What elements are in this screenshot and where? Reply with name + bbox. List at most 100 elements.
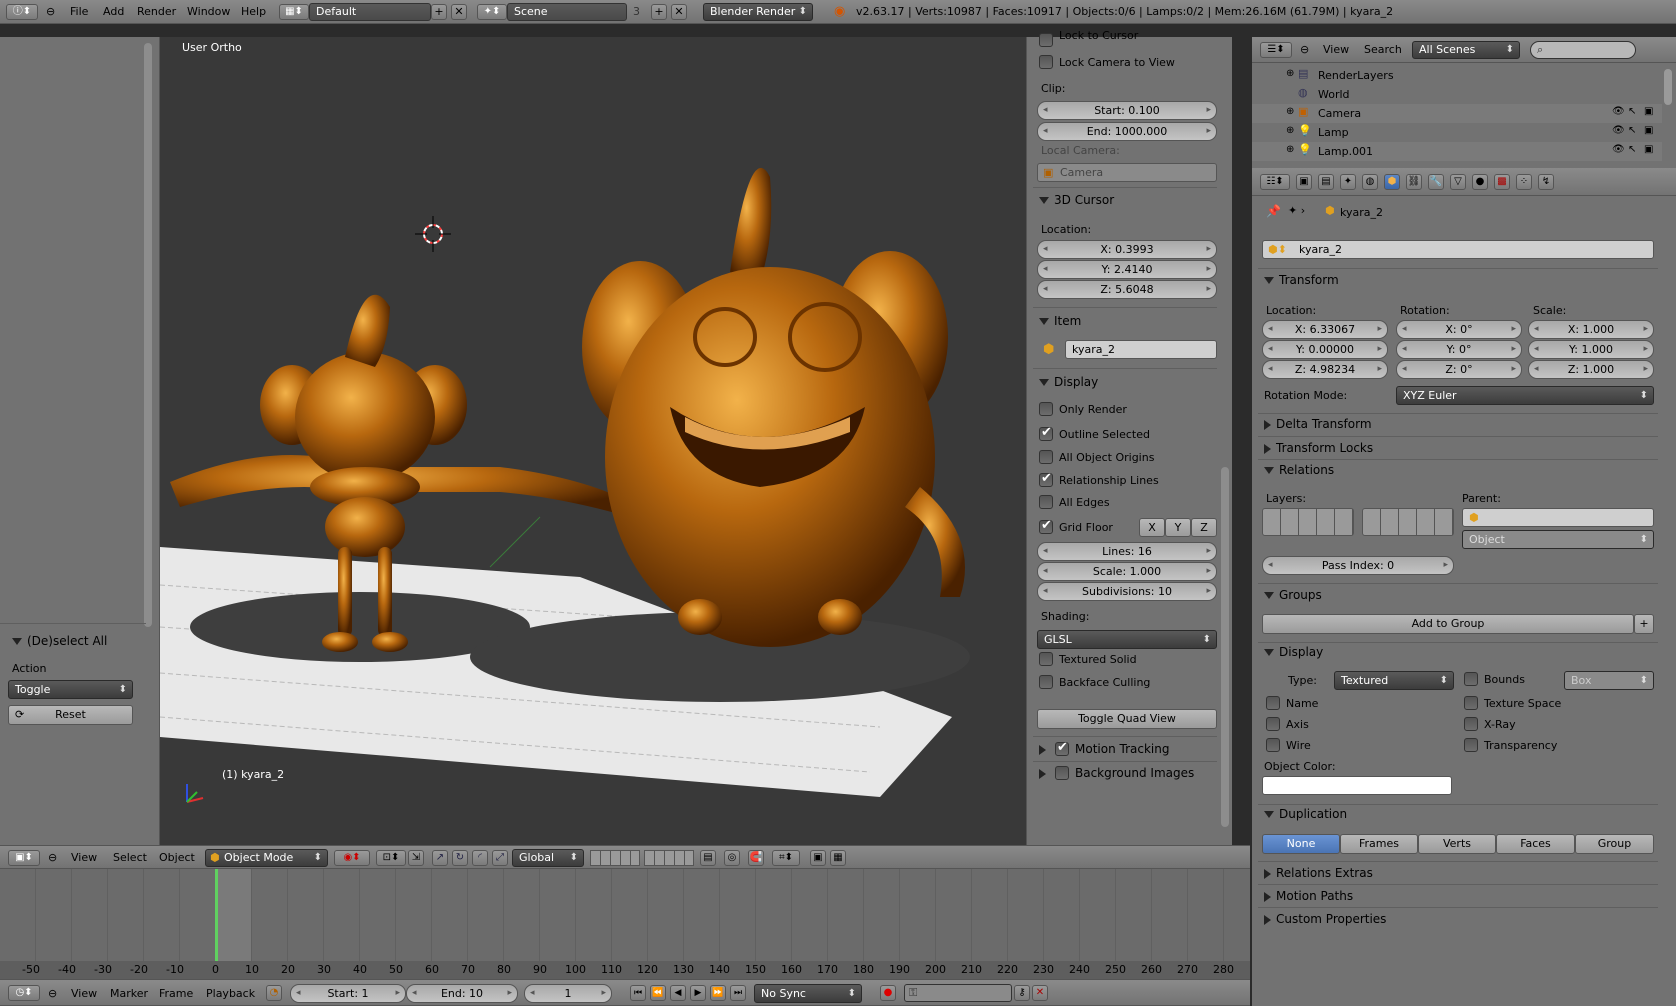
translate-manipulator-icon[interactable]: ↗ [432, 850, 448, 866]
expand-icon[interactable]: ⊕ [1286, 68, 1294, 79]
pass-index-field[interactable]: Pass Index: 0 [1262, 556, 1454, 575]
scene-tab-icon[interactable]: ✦ [1340, 174, 1356, 190]
scale-x-field[interactable]: X: 1.000 [1528, 320, 1654, 339]
object-tab-icon[interactable]: ⬢ [1384, 174, 1400, 190]
menu-playback[interactable]: Playback [206, 983, 255, 1005]
grid-subdivisions-field[interactable]: Subdivisions: 10 [1037, 582, 1217, 601]
grid-scale-field[interactable]: Scale: 1.000 [1037, 562, 1217, 581]
particles-tab-icon[interactable]: ⁘ [1516, 174, 1532, 190]
modifiers-tab-icon[interactable]: 🔧 [1428, 174, 1444, 190]
parent-field[interactable]: ⬢ [1462, 508, 1654, 527]
lock-cursor-checkbox[interactable] [1039, 33, 1053, 47]
axis-x-toggle[interactable]: X [1139, 518, 1165, 537]
textured-solid-checkbox[interactable] [1039, 652, 1053, 666]
transform-panel-title[interactable]: Transform [1264, 270, 1339, 290]
transform-icon[interactable]: ⤢ [492, 850, 508, 866]
pivot-icon[interactable]: ⊡⬍ [376, 850, 406, 866]
scene-icon[interactable]: ✦⬍ [477, 4, 507, 20]
collapse-icon[interactable]: ⊖ [48, 847, 57, 869]
display-panel-title[interactable]: Display [1039, 372, 1098, 392]
menu-add[interactable]: Add [103, 1, 124, 23]
axis-checkbox[interactable] [1266, 717, 1280, 731]
play-icon[interactable]: ▶ [690, 985, 706, 1001]
collapse-icon[interactable]: ⊖ [1300, 39, 1309, 61]
axis-y-toggle[interactable]: Y [1165, 518, 1191, 537]
item-panel-title[interactable]: Item [1039, 311, 1081, 331]
only-render-checkbox[interactable] [1039, 402, 1053, 416]
record-icon[interactable]: ● [880, 985, 896, 1001]
menu-file[interactable]: File [70, 1, 88, 23]
render-tab-icon[interactable]: ▣ [1296, 174, 1312, 190]
location-x-field[interactable]: X: 6.33067 [1262, 320, 1388, 339]
object-color-swatch[interactable] [1262, 776, 1452, 795]
all-edges-checkbox[interactable] [1039, 495, 1053, 509]
clip-end-field[interactable]: End: 1000.000 [1037, 122, 1217, 141]
render-engine-select[interactable]: Blender Render [703, 3, 813, 21]
menu-search[interactable]: Search [1364, 39, 1402, 61]
menu-render[interactable]: Render [137, 1, 176, 23]
bounds-checkbox[interactable] [1464, 672, 1478, 686]
proportional-edit-icon[interactable]: ◎ [724, 850, 740, 866]
viewport-3d[interactable]: User Ortho (1) kyara_2 [160, 37, 1026, 845]
cursor-y-field[interactable]: Y: 2.4140 [1037, 260, 1217, 279]
world-tab-icon[interactable]: ◍ [1362, 174, 1378, 190]
add-layout-icon[interactable]: + [431, 4, 447, 20]
parent-type-select[interactable]: Object [1462, 530, 1654, 549]
menu-view[interactable]: View [71, 847, 97, 869]
outliner-row[interactable]: ⊕ 💡 Lamp.001 👁 ↖ ▣ [1252, 142, 1662, 161]
outliner-scrollbar[interactable] [1664, 69, 1672, 105]
outliner-search-input[interactable]: ⌕ [1530, 41, 1636, 59]
insert-keyframe-icon[interactable]: ⚷ [1014, 985, 1030, 1001]
visibility-icon[interactable]: 👁 [1612, 144, 1625, 155]
menu-view[interactable]: View [71, 983, 97, 1005]
select-restrict-icon[interactable]: ↖ [1628, 125, 1636, 136]
duplication-panel-title[interactable]: Duplication [1264, 804, 1347, 824]
screen-layout-icon[interactable]: ▦⬍ [279, 4, 309, 20]
remove-scene-icon[interactable]: ✕ [671, 4, 687, 20]
motion-tracking-panel-title[interactable] [1039, 739, 1051, 759]
render-restrict-icon[interactable]: ▣ [1644, 106, 1653, 117]
groups-panel-title[interactable]: Groups [1264, 585, 1322, 605]
visibility-icon[interactable]: 👁 [1612, 125, 1625, 136]
properties-editor-icon[interactable]: ☷⬍ [1260, 174, 1290, 190]
start-frame-field[interactable]: Start: 1 [290, 984, 406, 1003]
lock-layers-icon[interactable]: ▤ [700, 850, 716, 866]
xray-checkbox[interactable] [1464, 717, 1478, 731]
snap-icon[interactable]: 🧲 [748, 850, 764, 866]
cursor-z-field[interactable]: Z: 5.6048 [1037, 280, 1217, 299]
expand-icon[interactable]: ⊕ [1286, 106, 1294, 117]
jump-keyframe-back-icon[interactable]: ⏪ [650, 985, 666, 1001]
lock-camera-checkbox[interactable] [1039, 55, 1053, 69]
clip-start-field[interactable]: Start: 0.100 [1037, 101, 1217, 120]
wire-checkbox[interactable] [1266, 738, 1280, 752]
transparency-checkbox[interactable] [1464, 738, 1478, 752]
render-animation-icon[interactable]: ▦ [830, 850, 846, 866]
display-type-select[interactable]: Textured [1334, 671, 1454, 690]
reset-button[interactable]: ⟳ Reset [8, 705, 133, 725]
select-restrict-icon[interactable]: ↖ [1628, 106, 1636, 117]
preview-range-icon[interactable]: ◔ [266, 985, 282, 1001]
constraints-tab-icon[interactable]: ⛓ [1406, 174, 1422, 190]
render-opengl-icon[interactable]: ▣ [810, 850, 826, 866]
orientation-select[interactable]: Global [512, 849, 584, 867]
outliner-editor-icon[interactable]: ☰⬍ [1260, 42, 1292, 58]
render-restrict-icon[interactable]: ▣ [1644, 125, 1653, 136]
outliner-row[interactable]: ⊕ 💡 Lamp 👁 ↖ ▣ [1252, 123, 1662, 142]
jump-keyframe-forward-icon[interactable]: ⏩ [710, 985, 726, 1001]
menu-window[interactable]: Window [187, 1, 230, 23]
menu-view[interactable]: View [1323, 39, 1349, 61]
object-layers-grid-2[interactable] [1362, 508, 1454, 536]
outliner-row[interactable]: ◍ World [1252, 85, 1662, 104]
name-checkbox[interactable] [1266, 696, 1280, 710]
backface-culling-checkbox[interactable] [1039, 675, 1053, 689]
texture-space-checkbox[interactable] [1464, 696, 1478, 710]
visibility-icon[interactable]: 👁 [1612, 106, 1625, 117]
transform-locks-panel-title[interactable]: Transform Locks [1264, 438, 1373, 458]
info-editor-icon[interactable]: ⓘ⬍ [6, 4, 38, 20]
object-name-field[interactable]: ⬢⬍ kyara_2 [1262, 240, 1654, 259]
outliner-row[interactable]: ⊕ ▤ RenderLayers [1252, 66, 1662, 85]
action-select[interactable]: Toggle [8, 680, 133, 699]
scale-y-field[interactable]: Y: 1.000 [1528, 340, 1654, 359]
item-name-field[interactable]: kyara_2 [1065, 340, 1217, 359]
scale-z-field[interactable]: Z: 1.000 [1528, 360, 1654, 379]
